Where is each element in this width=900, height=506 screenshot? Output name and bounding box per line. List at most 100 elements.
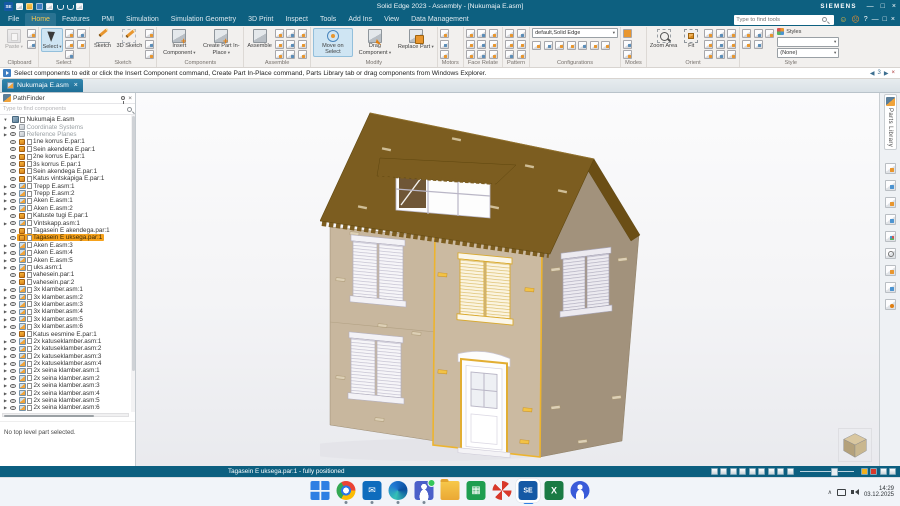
align-face-icon[interactable] — [477, 29, 486, 38]
visibility-eye-icon[interactable] — [10, 206, 16, 210]
visibility-eye-icon[interactable] — [10, 332, 16, 336]
pathfinder-item[interactable]: ▶Trepp E.asm:2 — [0, 190, 135, 197]
visibility-eye-icon[interactable] — [10, 177, 16, 181]
new-document-icon[interactable] — [16, 3, 23, 10]
pathfinder-item[interactable]: ▶2x seina klamber.asm:2 — [0, 375, 135, 382]
visibility-eye-icon[interactable] — [10, 162, 16, 166]
mirror-icon[interactable] — [517, 29, 526, 38]
visibility-eye-icon[interactable] — [10, 369, 16, 373]
expand-caret-icon[interactable]: ▶ — [3, 265, 8, 270]
pathfinder-item[interactable]: ▶Aken E.asm:3 — [0, 242, 135, 249]
pathfinder-item[interactable]: ▶Coordinate Systems — [0, 123, 135, 130]
visibility-eye-icon[interactable] — [10, 243, 16, 247]
visibility-eye-icon[interactable] — [10, 229, 16, 233]
visibility-eye-icon[interactable] — [10, 325, 16, 329]
layers-icon[interactable] — [885, 282, 896, 293]
view-orientation-cube[interactable] — [838, 428, 872, 462]
face-style-dropdown[interactable]: (None)▾ — [777, 48, 839, 58]
select-button[interactable]: Select — [41, 28, 63, 52]
zoom-area-button[interactable]: Zoom Area — [649, 28, 678, 51]
redo-icon[interactable] — [66, 3, 73, 10]
pathfinder-item[interactable]: ▶2x katuseklamber.asm:3 — [0, 353, 135, 360]
expand-caret-icon[interactable]: ▶ — [3, 287, 8, 292]
visibility-eye-icon[interactable] — [10, 221, 16, 225]
prompt-close-button[interactable]: × — [891, 70, 895, 76]
perspective-status-icon[interactable] — [777, 468, 784, 475]
style-dropdown[interactable]: ▾ — [777, 37, 839, 47]
linear-motor-icon[interactable] — [440, 40, 449, 49]
hidden-edge-style-icon[interactable] — [754, 29, 763, 38]
tab-3d-print[interactable]: 3D Print — [242, 13, 279, 26]
visibility-eye-icon[interactable] — [10, 199, 16, 203]
pathfinder-item[interactable]: Tagasein E uksega.par:1 — [0, 234, 135, 241]
close-button[interactable]: × — [892, 3, 896, 10]
display-config-icon[interactable] — [532, 41, 541, 50]
zoom-slider[interactable] — [800, 471, 854, 473]
pathfinder-item[interactable]: ▶Reference Planes — [0, 131, 135, 138]
expand-caret-icon[interactable]: ▶ — [3, 295, 8, 300]
save-icon[interactable] — [36, 3, 43, 10]
paste-button[interactable]: Paste — [3, 28, 25, 52]
find-tools-input[interactable] — [736, 17, 820, 23]
find-tools-search[interactable] — [734, 15, 834, 25]
tab-view[interactable]: View — [378, 13, 405, 26]
expand-caret-icon[interactable]: ▼ — [3, 117, 8, 122]
symmetric-face-icon[interactable] — [477, 50, 486, 59]
pathfinder-item[interactable]: ▶2x seina klamber.asm:6 — [0, 404, 135, 411]
gear-relation-icon[interactable] — [298, 50, 307, 59]
customize-toolbar-icon[interactable] — [76, 3, 83, 10]
visibility-eye-icon[interactable] — [10, 406, 16, 410]
front-door[interactable] — [458, 349, 510, 458]
wireframe-style-icon[interactable] — [742, 29, 751, 38]
expand-caret-icon[interactable]: ▶ — [3, 317, 8, 322]
screen-icon[interactable] — [880, 468, 887, 475]
tab-home[interactable]: Home — [25, 13, 56, 26]
pathfinder-item[interactable]: ▶Vintskapp.asm:1 — [0, 219, 135, 226]
pan-icon[interactable] — [704, 29, 713, 38]
duplicate-icon[interactable] — [505, 40, 514, 49]
expand-caret-icon[interactable]: ▶ — [3, 221, 8, 226]
start-icon[interactable] — [311, 481, 330, 500]
sketch-plane-icon[interactable] — [145, 40, 154, 49]
prompt-prev-button[interactable]: ◀ — [870, 70, 875, 77]
tab-inspect[interactable]: Inspect — [279, 13, 314, 26]
select-clear-icon[interactable] — [77, 40, 86, 49]
tab-simulation-geometry[interactable]: Simulation Geometry — [165, 13, 242, 26]
pathfinder-item[interactable]: ▶2x seina klamber.asm:1 — [0, 367, 135, 374]
tangent-icon[interactable] — [286, 50, 295, 59]
display-tray-icon[interactable] — [837, 489, 846, 496]
pathfinder-item[interactable]: ▶3x klamber.asm:4 — [0, 308, 135, 315]
visibility-eye-icon[interactable] — [10, 155, 16, 159]
doc-minimize-button[interactable]: — — [872, 16, 879, 23]
pathfinder-item[interactable]: ▶2x seina klamber.asm:3 — [0, 382, 135, 389]
tab-file[interactable]: File — [2, 13, 25, 26]
volume-icon[interactable] — [851, 489, 859, 495]
offset-face-icon[interactable] — [489, 29, 498, 38]
visibility-eye-icon[interactable] — [10, 132, 16, 136]
expand-caret-icon[interactable]: ▶ — [3, 184, 8, 189]
previous-view-icon[interactable] — [716, 40, 725, 49]
pathfinder-item[interactable]: ▶3x klamber.asm:3 — [0, 301, 135, 308]
tab-tools[interactable]: Tools — [314, 13, 342, 26]
expand-caret-icon[interactable]: ▶ — [3, 309, 8, 314]
sketch-view-icon[interactable] — [145, 50, 154, 59]
format-painter-icon[interactable] — [27, 40, 36, 49]
solid-edge-icon[interactable] — [519, 481, 538, 500]
pathfinder-item[interactable]: ▶Aken E.asm:4 — [0, 249, 135, 256]
camera-icon[interactable] — [716, 50, 725, 59]
rotation-motor-icon[interactable] — [440, 29, 449, 38]
visibility-eye-icon[interactable] — [10, 399, 16, 403]
pathfinder-item[interactable]: ▶3x klamber.asm:6 — [0, 323, 135, 330]
edge-icon[interactable] — [389, 481, 408, 500]
pathfinder-item[interactable]: Katuste tugi E.par:1 — [0, 212, 135, 219]
visibility-eye-icon[interactable] — [10, 125, 16, 129]
pathfinder-item[interactable]: ▶2x seina klamber.asm:4 — [0, 389, 135, 396]
drag-component-button[interactable]: Drag Component — [355, 28, 395, 58]
save-config-icon[interactable] — [555, 41, 564, 50]
expand-caret-icon[interactable]: ▶ — [3, 132, 8, 137]
doc-close-button[interactable]: × — [891, 16, 895, 23]
command-bar-icon[interactable] — [711, 468, 718, 475]
visibility-eye-icon[interactable] — [10, 273, 16, 277]
pathfinder-item[interactable]: ▶3x klamber.asm:2 — [0, 293, 135, 300]
pathfinder-item[interactable]: Sein akendeta E.par:1 — [0, 146, 135, 153]
